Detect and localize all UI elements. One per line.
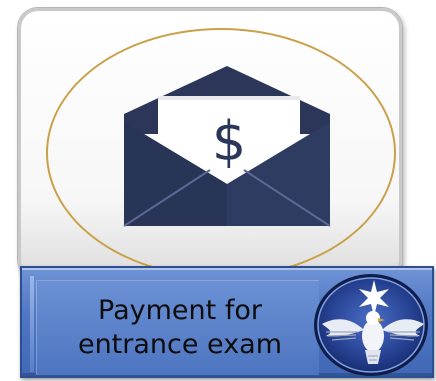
dollar-symbol: $ bbox=[212, 110, 246, 173]
payment-icon-tile[interactable]: $ bbox=[18, 8, 402, 280]
caption-label: Payment for entrance exam bbox=[42, 294, 318, 362]
envelope-money-icon: $ bbox=[123, 66, 331, 227]
caption-line-1: Payment for bbox=[98, 295, 262, 326]
eagle-seal-icon bbox=[314, 274, 428, 376]
caption-edge bbox=[30, 276, 34, 372]
caption-line-2: entrance exam bbox=[77, 329, 283, 360]
payment-tile-page: $ Payment for entrance exam bbox=[0, 0, 436, 381]
